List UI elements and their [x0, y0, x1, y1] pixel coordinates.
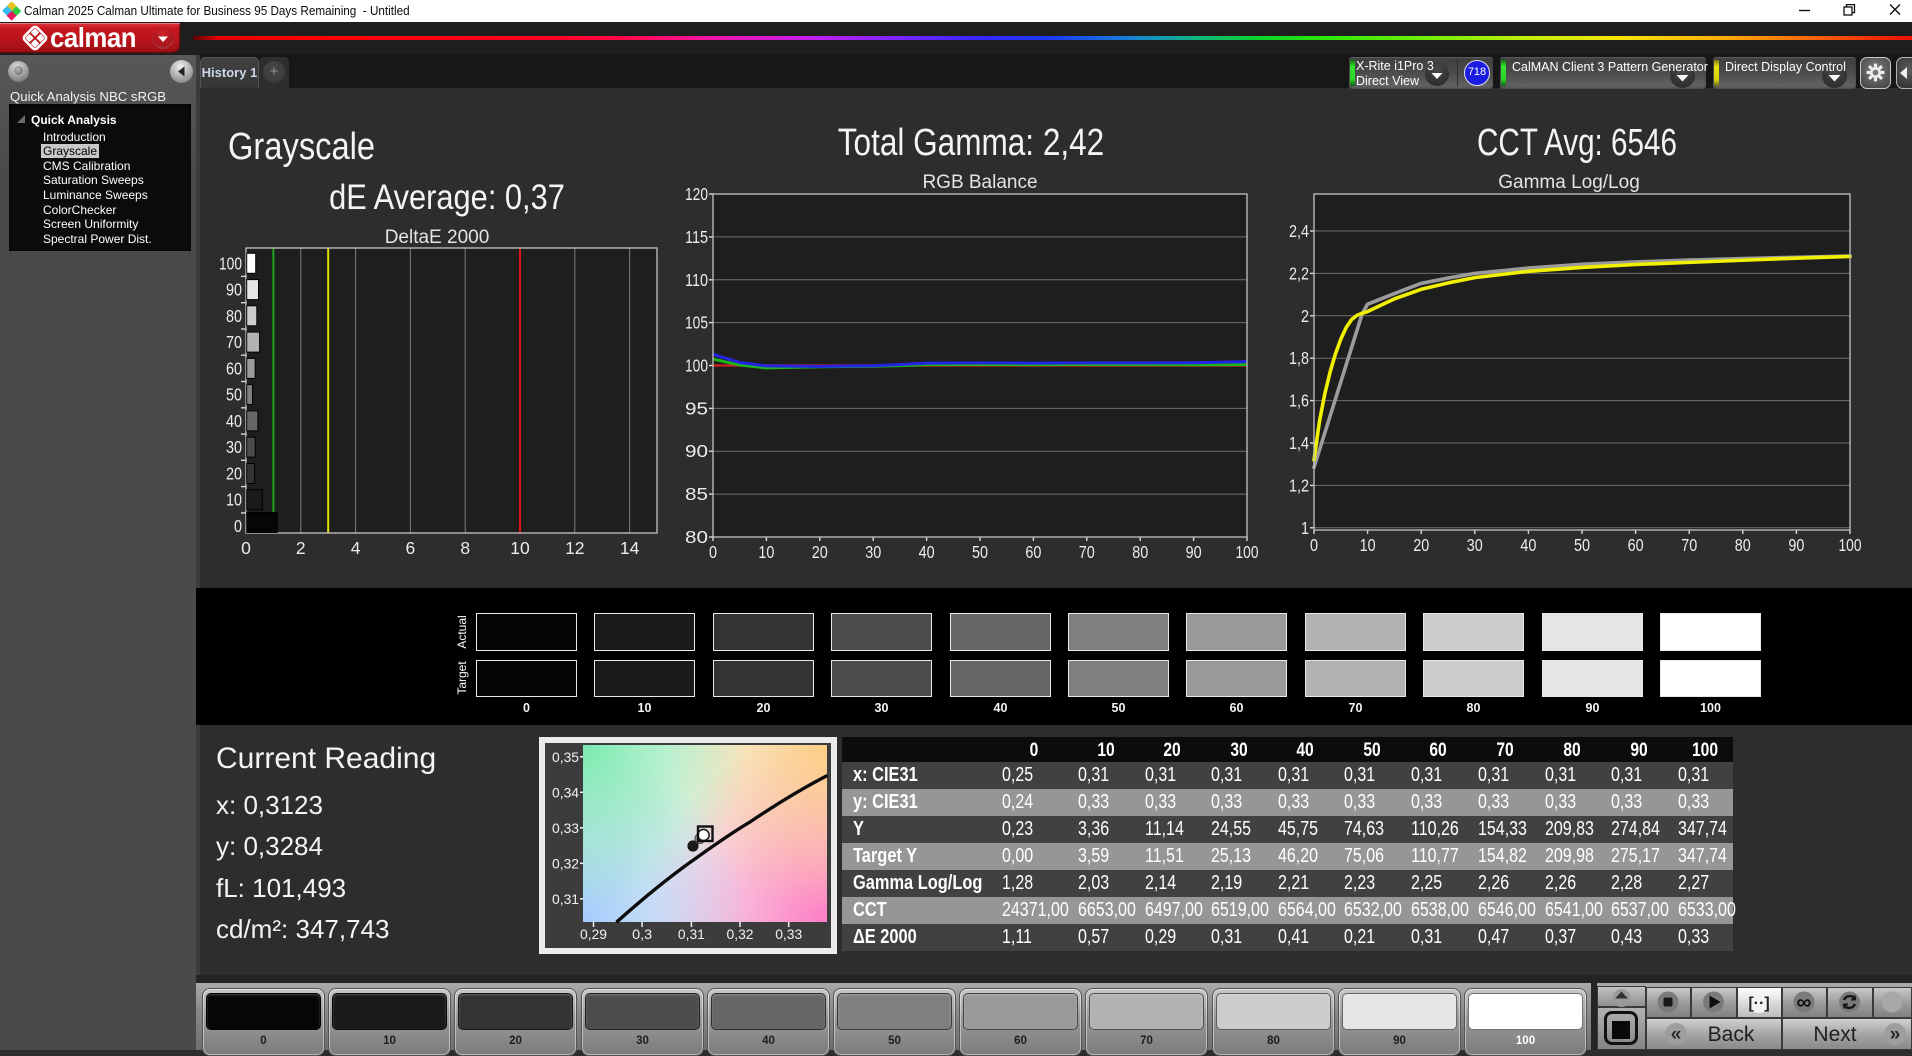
svg-text:20: 20: [1413, 535, 1429, 555]
svg-text:90: 90: [1186, 542, 1202, 562]
svg-text:100: 100: [219, 253, 242, 273]
svg-text:0: 0: [1310, 535, 1318, 555]
svg-text:80: 80: [1132, 542, 1148, 562]
svg-text:1,8: 1,8: [1289, 348, 1309, 368]
svg-text:10: 10: [510, 538, 530, 558]
svg-text:10: 10: [1360, 535, 1376, 555]
svg-text:2,2: 2,2: [1289, 263, 1309, 283]
svg-text:40: 40: [226, 411, 242, 431]
svg-text:100: 100: [1236, 542, 1259, 562]
svg-text:115: 115: [685, 227, 708, 247]
svg-text:60: 60: [1628, 535, 1644, 555]
svg-text:50: 50: [226, 385, 242, 405]
svg-text:6: 6: [406, 538, 416, 558]
svg-text:30: 30: [226, 437, 242, 457]
svg-text:100: 100: [1839, 535, 1862, 555]
svg-text:60: 60: [226, 358, 242, 378]
svg-text:0,31: 0,31: [552, 891, 579, 907]
svg-text:10: 10: [758, 542, 774, 562]
svg-text:105: 105: [685, 313, 708, 333]
svg-text:0,29: 0,29: [580, 926, 607, 942]
svg-text:50: 50: [1574, 535, 1590, 555]
svg-text:2,4: 2,4: [1289, 221, 1309, 241]
svg-text:1: 1: [1301, 518, 1309, 538]
svg-text:0,33: 0,33: [552, 820, 579, 836]
svg-text:0,34: 0,34: [552, 784, 579, 800]
svg-text:«: «: [1671, 1024, 1682, 1045]
svg-text:60: 60: [1025, 542, 1041, 562]
svg-text:80: 80: [685, 527, 708, 547]
svg-text:30: 30: [1467, 535, 1483, 555]
svg-text:1,4: 1,4: [1289, 433, 1309, 453]
svg-text:80: 80: [1735, 535, 1751, 555]
svg-text:50: 50: [972, 542, 988, 562]
svg-text:70: 70: [226, 332, 242, 352]
svg-text:90: 90: [1788, 535, 1804, 555]
svg-text:100: 100: [685, 356, 708, 376]
svg-text:20: 20: [812, 542, 828, 562]
svg-text:0,32: 0,32: [552, 855, 579, 871]
svg-text:0,3: 0,3: [632, 926, 652, 942]
svg-text:0,33: 0,33: [775, 926, 802, 942]
svg-text:Next: Next: [1813, 1023, 1856, 1046]
svg-text:RGB Balance: RGB Balance: [922, 172, 1037, 193]
svg-text:120: 120: [685, 184, 708, 204]
svg-text:70: 70: [1079, 542, 1095, 562]
svg-text:95: 95: [685, 398, 708, 418]
svg-text:8: 8: [460, 538, 470, 558]
svg-text:110: 110: [685, 270, 708, 290]
svg-text:0: 0: [241, 538, 251, 558]
svg-text:2: 2: [296, 538, 306, 558]
svg-text:0,35: 0,35: [552, 749, 579, 765]
svg-text:80: 80: [226, 306, 242, 326]
svg-text:40: 40: [919, 542, 935, 562]
svg-text:1,2: 1,2: [1289, 475, 1309, 495]
svg-text:Gamma Log/Log: Gamma Log/Log: [1498, 172, 1640, 193]
svg-text:Back: Back: [1708, 1023, 1755, 1046]
svg-text:2: 2: [1301, 306, 1309, 326]
svg-text:∞: ∞: [1797, 991, 1812, 1014]
svg-text:70: 70: [1681, 535, 1697, 555]
svg-text:90: 90: [226, 280, 242, 300]
svg-text:0: 0: [234, 516, 242, 536]
svg-text:10: 10: [226, 490, 242, 510]
svg-text:0: 0: [709, 542, 717, 562]
svg-text:90: 90: [685, 441, 708, 461]
svg-text:30: 30: [865, 542, 881, 562]
svg-text:20: 20: [226, 464, 242, 484]
svg-text:85: 85: [685, 484, 708, 504]
svg-text:[··]: [··]: [1748, 995, 1769, 1012]
svg-text:1,6: 1,6: [1289, 391, 1309, 411]
svg-text:40: 40: [1520, 535, 1536, 555]
svg-text:0,32: 0,32: [727, 926, 754, 942]
svg-text:»: »: [1890, 1024, 1901, 1045]
svg-text:14: 14: [620, 538, 640, 558]
svg-text:4: 4: [351, 538, 361, 558]
svg-text:0,31: 0,31: [678, 926, 705, 942]
svg-text:DeltaE 2000: DeltaE 2000: [385, 227, 490, 248]
svg-text:12: 12: [565, 538, 584, 558]
